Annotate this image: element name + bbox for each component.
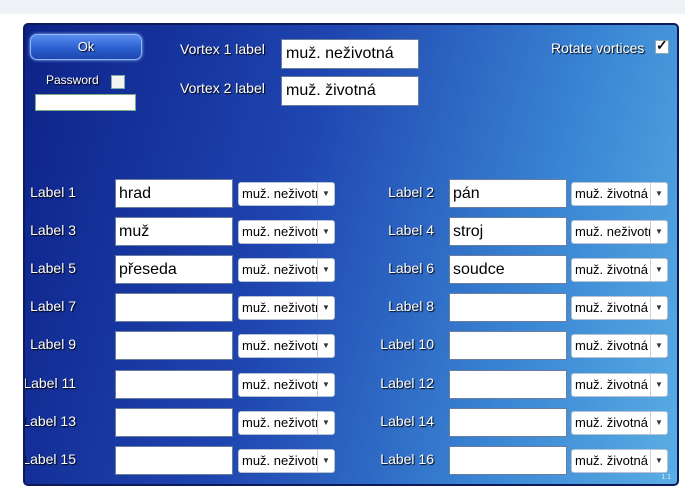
chevron-down-icon: ▼: [317, 450, 334, 472]
label-12-input[interactable]: [449, 370, 567, 399]
select-value: muž. neživotná: [242, 453, 318, 468]
label-9-caption: Label 9: [30, 336, 76, 352]
label-editor-panel: Ok Password Vortex 1 label muž. neživotn…: [23, 23, 679, 486]
select-value: muž. neživotná: [242, 415, 318, 430]
window-top-strip: [0, 0, 685, 14]
label-6-input[interactable]: soudce: [449, 255, 567, 284]
chevron-down-icon: ▼: [317, 412, 334, 434]
select-value: muž. neživotná: [575, 224, 651, 239]
label-11-caption: Label 11: [23, 375, 76, 391]
select-value: muž. životná: [575, 415, 648, 430]
select-value: muž. životná: [575, 453, 648, 468]
label-15-caption: Label 15: [23, 451, 76, 467]
label-15-category-select[interactable]: muž. neživotná▼: [238, 449, 335, 473]
label-11-category-select[interactable]: muž. neživotná▼: [238, 373, 335, 397]
chevron-down-icon: ▼: [317, 335, 334, 357]
label-12-category-select[interactable]: muž. životná ▼: [571, 373, 668, 397]
label-4-input[interactable]: stroj: [449, 217, 567, 246]
select-value: muž. životná: [575, 300, 648, 315]
select-value: muž. neživotná: [242, 224, 318, 239]
label-16-caption: Label 16: [380, 451, 434, 467]
label-7-category-select[interactable]: muž. neživotná▼: [238, 296, 335, 320]
label-15-input[interactable]: [115, 446, 233, 475]
select-value: muž. neživotná: [242, 338, 318, 353]
chevron-down-icon: ▼: [317, 183, 334, 205]
password-label: Password: [46, 73, 99, 87]
label-2-input[interactable]: pán: [449, 179, 567, 208]
chevron-down-icon: ▼: [317, 297, 334, 319]
select-value: muž. životná: [575, 186, 648, 201]
vortex-2-input[interactable]: muž. životná: [281, 76, 419, 106]
label-16-input[interactable]: [449, 446, 567, 475]
select-value: muž. neživotná: [242, 300, 318, 315]
label-12-caption: Label 12: [380, 375, 434, 391]
label-5-input[interactable]: přeseda: [115, 255, 233, 284]
label-11-input[interactable]: [115, 370, 233, 399]
label-8-caption: Label 8: [388, 298, 434, 314]
label-3-input[interactable]: muž: [115, 217, 233, 246]
label-2-category-select[interactable]: muž. životná ▼: [571, 182, 668, 206]
label-10-category-select[interactable]: muž. životná ▼: [571, 334, 668, 358]
label-5-category-select[interactable]: muž. neživotná▼: [238, 258, 335, 282]
label-2-caption: Label 2: [388, 184, 434, 200]
vortex-1-label: Vortex 1 label: [180, 41, 265, 57]
label-10-caption: Label 10: [380, 336, 434, 352]
label-13-category-select[interactable]: muž. neživotná▼: [238, 411, 335, 435]
chevron-down-icon: ▼: [317, 259, 334, 281]
chevron-down-icon: ▼: [317, 374, 334, 396]
chevron-down-icon: ▼: [650, 450, 667, 472]
chevron-down-icon: ▼: [650, 259, 667, 281]
chevron-down-icon: ▼: [650, 374, 667, 396]
select-value: muž. neživotná: [242, 186, 318, 201]
label-13-input[interactable]: [115, 408, 233, 437]
label-6-category-select[interactable]: muž. životná ▼: [571, 258, 668, 282]
label-6-caption: Label 6: [388, 260, 434, 276]
label-10-input[interactable]: [449, 331, 567, 360]
chevron-down-icon: ▼: [317, 221, 334, 243]
label-9-category-select[interactable]: muž. neživotná▼: [238, 334, 335, 358]
label-9-input[interactable]: [115, 331, 233, 360]
select-value: muž. neživotná: [242, 262, 318, 277]
select-value: muž. životná: [575, 262, 648, 277]
label-13-caption: Label 13: [23, 413, 76, 429]
label-14-input[interactable]: [449, 408, 567, 437]
chevron-down-icon: ▼: [650, 183, 667, 205]
label-14-category-select[interactable]: muž. životná ▼: [571, 411, 668, 435]
label-1-input[interactable]: hrad: [115, 179, 233, 208]
label-14-caption: Label 14: [380, 413, 434, 429]
version-label: 1.1: [661, 474, 671, 481]
label-7-input[interactable]: [115, 293, 233, 322]
check-icon: ✓: [656, 37, 668, 53]
label-1-category-select[interactable]: muž. neživotná▼: [238, 182, 335, 206]
chevron-down-icon: ▼: [650, 335, 667, 357]
label-7-caption: Label 7: [30, 298, 76, 314]
password-input[interactable]: [35, 94, 136, 111]
vortex-1-input[interactable]: muž. neživotná: [281, 39, 419, 69]
vortex-2-label: Vortex 2 label: [180, 80, 265, 96]
password-checkbox[interactable]: [111, 75, 125, 89]
label-4-caption: Label 4: [388, 222, 434, 238]
label-16-category-select[interactable]: muž. životná ▼: [571, 449, 668, 473]
chevron-down-icon: ▼: [650, 297, 667, 319]
label-8-category-select[interactable]: muž. životná ▼: [571, 296, 668, 320]
label-4-category-select[interactable]: muž. neživotná▼: [571, 220, 668, 244]
select-value: muž. životná: [575, 338, 648, 353]
chevron-down-icon: ▼: [650, 221, 667, 243]
select-value: muž. neživotná: [242, 377, 318, 392]
label-5-caption: Label 5: [30, 260, 76, 276]
select-value: muž. životná: [575, 377, 648, 392]
rotate-vortices-checkbox[interactable]: ✓: [655, 37, 669, 54]
ok-button[interactable]: Ok: [30, 34, 142, 60]
label-8-input[interactable]: [449, 293, 567, 322]
label-1-caption: Label 1: [30, 184, 76, 200]
chevron-down-icon: ▼: [650, 412, 667, 434]
rotate-vortices-label: Rotate vortices: [551, 40, 645, 56]
label-3-category-select[interactable]: muž. neživotná▼: [238, 220, 335, 244]
label-3-caption: Label 3: [30, 222, 76, 238]
